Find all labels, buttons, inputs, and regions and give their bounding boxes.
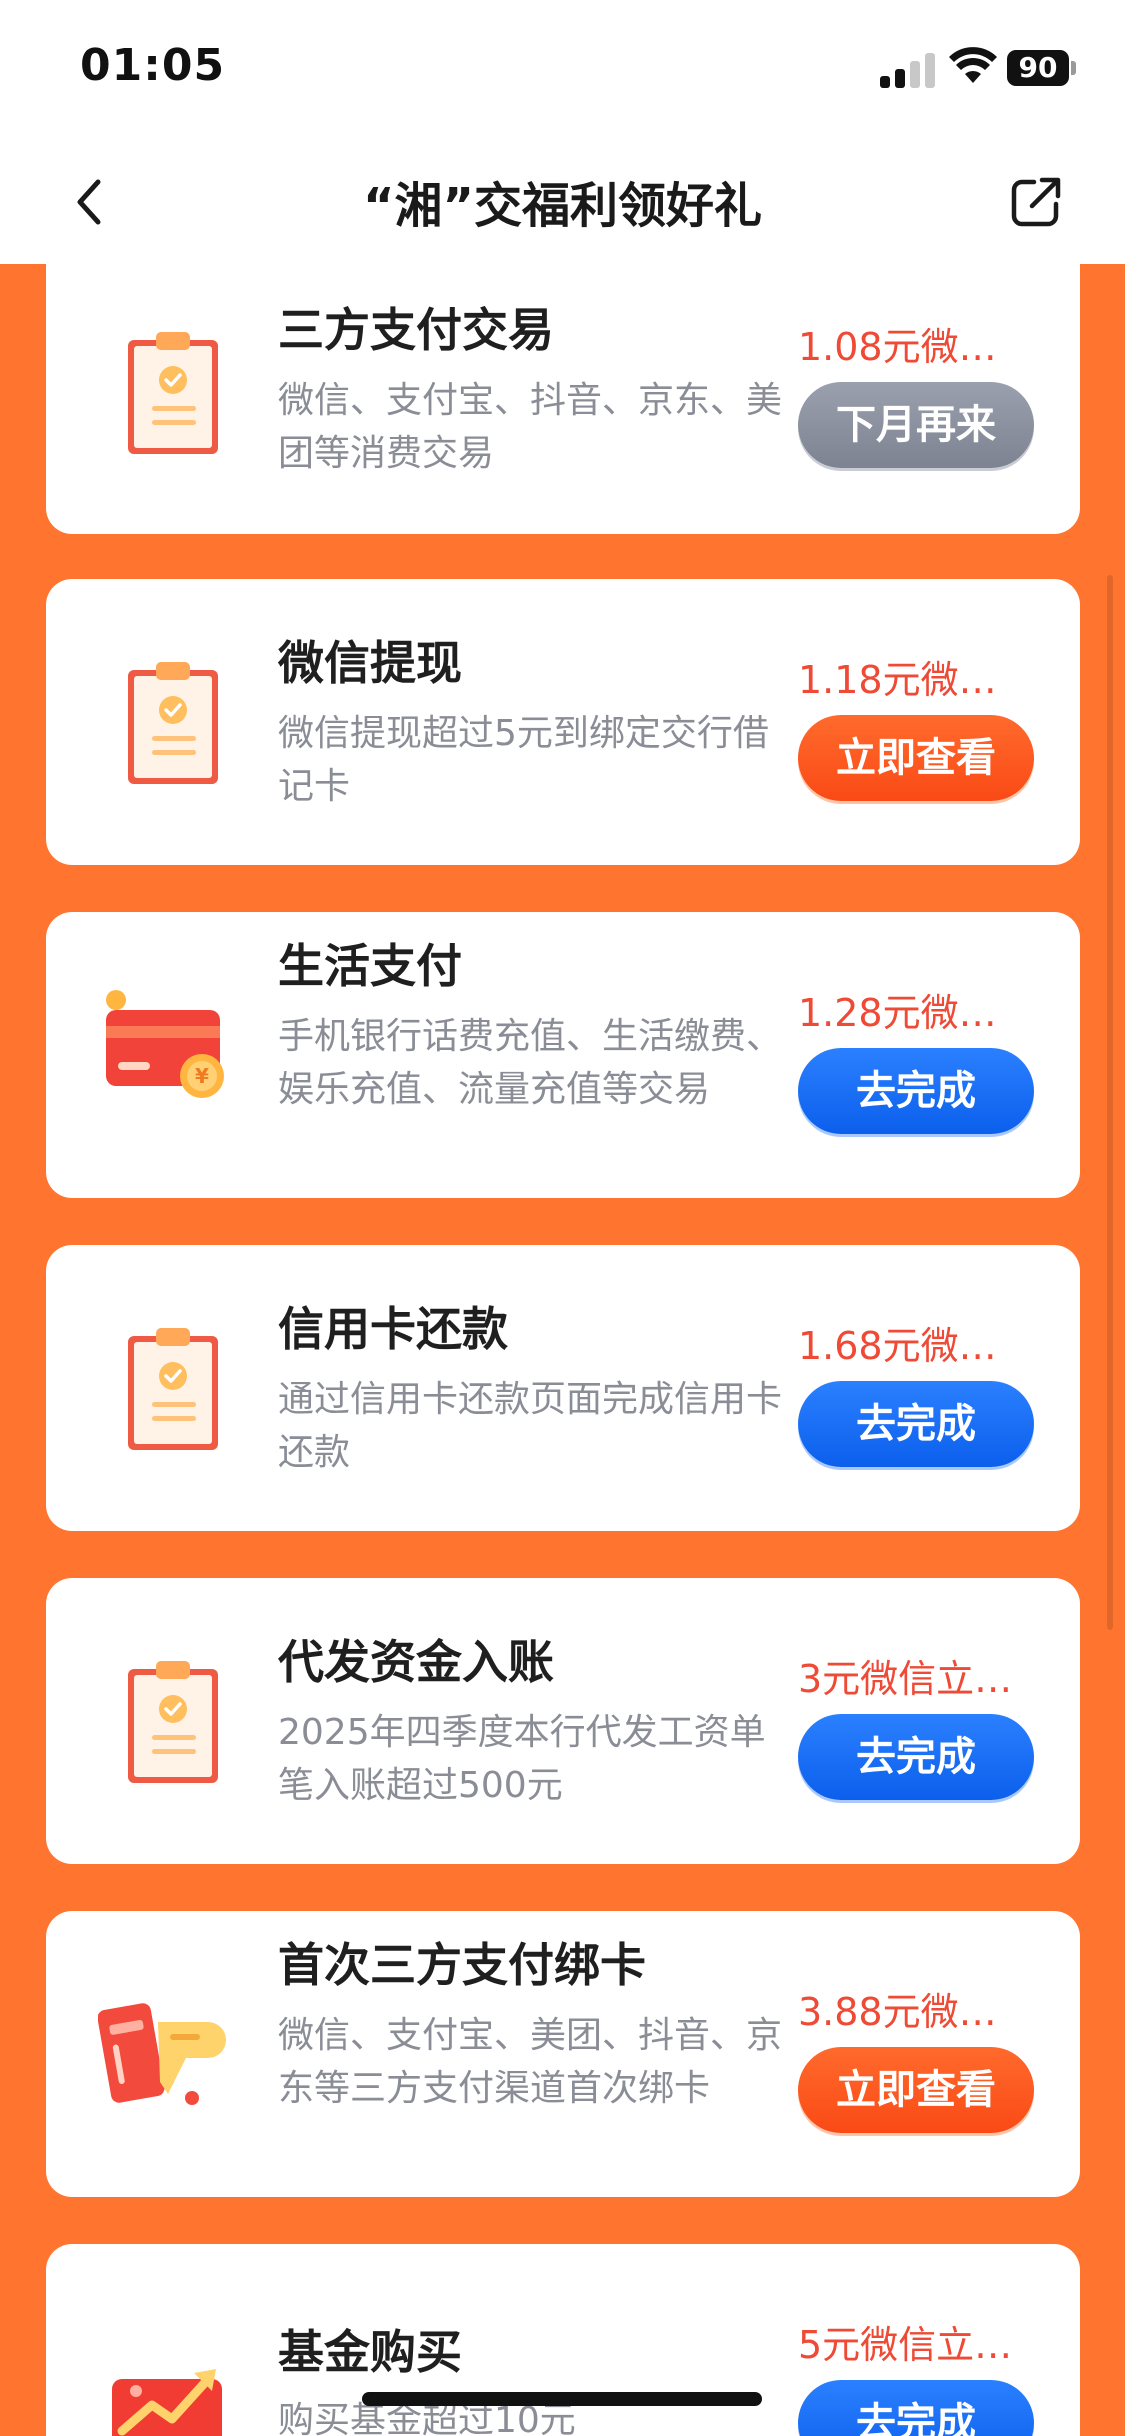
task-description: 2025年四季度本行代发工资单笔入账超过500元 <box>278 1712 766 1806</box>
go-complete-button[interactable]: 去完成 <box>798 1381 1034 1467</box>
clipboard-icon <box>128 332 218 454</box>
bank-card-coin-icon: ¥ <box>106 990 224 1098</box>
task-title: 信用卡还款 <box>278 1302 508 1356</box>
task-description: 手机银行话费充值、生活缴费、娱乐充值、流量充值等交易 <box>278 1016 783 1110</box>
share-icon[interactable] <box>1004 170 1068 234</box>
cellular-signal-icon <box>880 52 938 88</box>
go-complete-button[interactable]: 去完成 <box>798 1714 1034 1800</box>
task-reward: 3.88元微… <box>798 1990 997 2034</box>
battery-tip <box>1071 61 1076 75</box>
task-title: 代发资金入账 <box>278 1635 554 1689</box>
task-card: 三方支付交易 微信、支付宝、抖音、京东、美团等消费交易 1.08元微… 下月再来 <box>46 224 1080 534</box>
fund-growth-icon <box>112 2369 222 2436</box>
task-description: 通过信用卡还款页面完成信用卡还款 <box>278 1379 783 1473</box>
go-complete-button[interactable]: 去完成 <box>798 1048 1034 1134</box>
status-bar: 01:05 90 <box>0 0 1125 140</box>
wifi-icon <box>949 47 997 83</box>
task-card: 代发资金入账 2025年四季度本行代发工资单笔入账超过500元 3元微信立… 去… <box>46 1578 1080 1864</box>
home-indicator[interactable] <box>362 2392 762 2406</box>
clipboard-icon <box>128 1661 218 1783</box>
task-card: 微信提现 微信提现超过5元到绑定交行借记卡 1.18元微… 立即查看 <box>46 579 1080 865</box>
task-reward: 5元微信立… <box>798 2323 1013 2367</box>
task-title: 首次三方支付绑卡 <box>278 1938 646 1992</box>
task-reward: 1.08元微… <box>798 325 997 369</box>
chevron-left-icon[interactable] <box>60 170 124 234</box>
next-month-button[interactable]: 下月再来 <box>798 382 1034 468</box>
task-card: 首次三方支付绑卡 微信、支付宝、美团、抖音、京东等三方支付渠道首次绑卡 3.88… <box>46 1911 1080 2197</box>
go-complete-button[interactable]: 去完成 <box>798 2380 1034 2436</box>
task-title: 基金购买 <box>278 2325 462 2379</box>
svg-text:¥: ¥ <box>195 1064 209 1088</box>
task-card: ¥ 生活支付 手机银行话费充值、生活缴费、娱乐充值、流量充值等交易 1.28元微… <box>46 912 1080 1198</box>
task-title: 微信提现 <box>278 636 462 690</box>
page-title: “湘”交福利领好礼 <box>362 178 763 234</box>
scrollbar[interactable] <box>1107 575 1113 1630</box>
task-reward: 1.68元微… <box>798 1324 997 1368</box>
task-title: 三方支付交易 <box>278 303 554 357</box>
task-reward: 3元微信立… <box>798 1657 1013 1701</box>
task-title: 生活支付 <box>278 939 462 993</box>
card-binding-icon <box>98 2003 226 2105</box>
task-card: 信用卡还款 通过信用卡还款页面完成信用卡还款 1.68元微… 去完成 <box>46 1245 1080 1531</box>
battery-icon: 90 <box>1007 50 1069 86</box>
task-reward: 1.28元微… <box>798 991 997 1035</box>
view-now-button[interactable]: 立即查看 <box>798 715 1034 801</box>
clipboard-icon <box>128 1328 218 1450</box>
clipboard-icon <box>128 662 218 784</box>
task-description: 微信、支付宝、美团、抖音、京东等三方支付渠道首次绑卡 <box>278 2015 783 2109</box>
task-card: 基金购买 购买基金超过10元 5元微信立… 去完成 <box>46 2244 1080 2436</box>
status-time: 01:05 <box>80 40 226 91</box>
view-now-button[interactable]: 立即查看 <box>798 2047 1034 2133</box>
task-description: 微信、支付宝、抖音、京东、美团等消费交易 <box>278 380 783 474</box>
task-description: 微信提现超过5元到绑定交行借记卡 <box>278 713 769 807</box>
nav-bar: “湘”交福利领好礼 <box>0 140 1125 264</box>
task-reward: 1.18元微… <box>798 658 997 702</box>
